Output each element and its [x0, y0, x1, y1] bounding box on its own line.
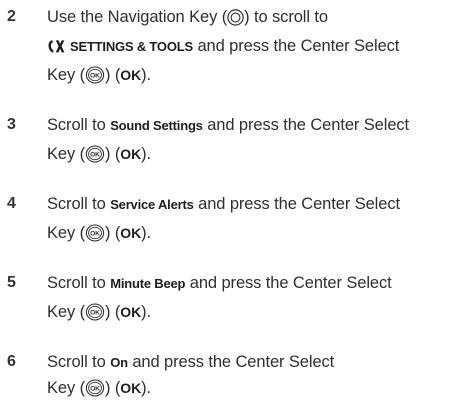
menu-item-label: On: [110, 355, 128, 370]
navigation-key-icon: [227, 9, 244, 26]
svg-text:OK: OK: [90, 73, 100, 80]
ok-key-icon: OK: [85, 224, 105, 242]
step-number: 3: [7, 116, 16, 133]
menu-item-label: Sound Settings: [110, 118, 203, 133]
svg-text:OK: OK: [90, 386, 100, 393]
ok-key-icon: OK: [85, 145, 105, 163]
ok-key-icon: OK: [85, 303, 105, 321]
svg-text:OK: OK: [90, 231, 100, 238]
instruction-steps: 2 Use the Navigation Key () to scroll to…: [0, 0, 455, 399]
step-number: 5: [7, 274, 16, 291]
step-number: 2: [7, 8, 16, 25]
svg-text:OK: OK: [90, 310, 100, 317]
menu-label-settings-tools: SETTINGS & TOOLS: [70, 39, 193, 54]
step-number: 4: [7, 195, 16, 212]
ok-key-icon: OK: [85, 379, 105, 397]
menu-item-label: Minute Beep: [110, 276, 186, 291]
svg-text:OK: OK: [90, 152, 100, 159]
step-number: 6: [7, 353, 16, 370]
settings-tools-icon: [47, 39, 65, 54]
ok-key-icon: OK: [85, 66, 105, 84]
menu-item-label: Service Alerts: [110, 197, 194, 212]
